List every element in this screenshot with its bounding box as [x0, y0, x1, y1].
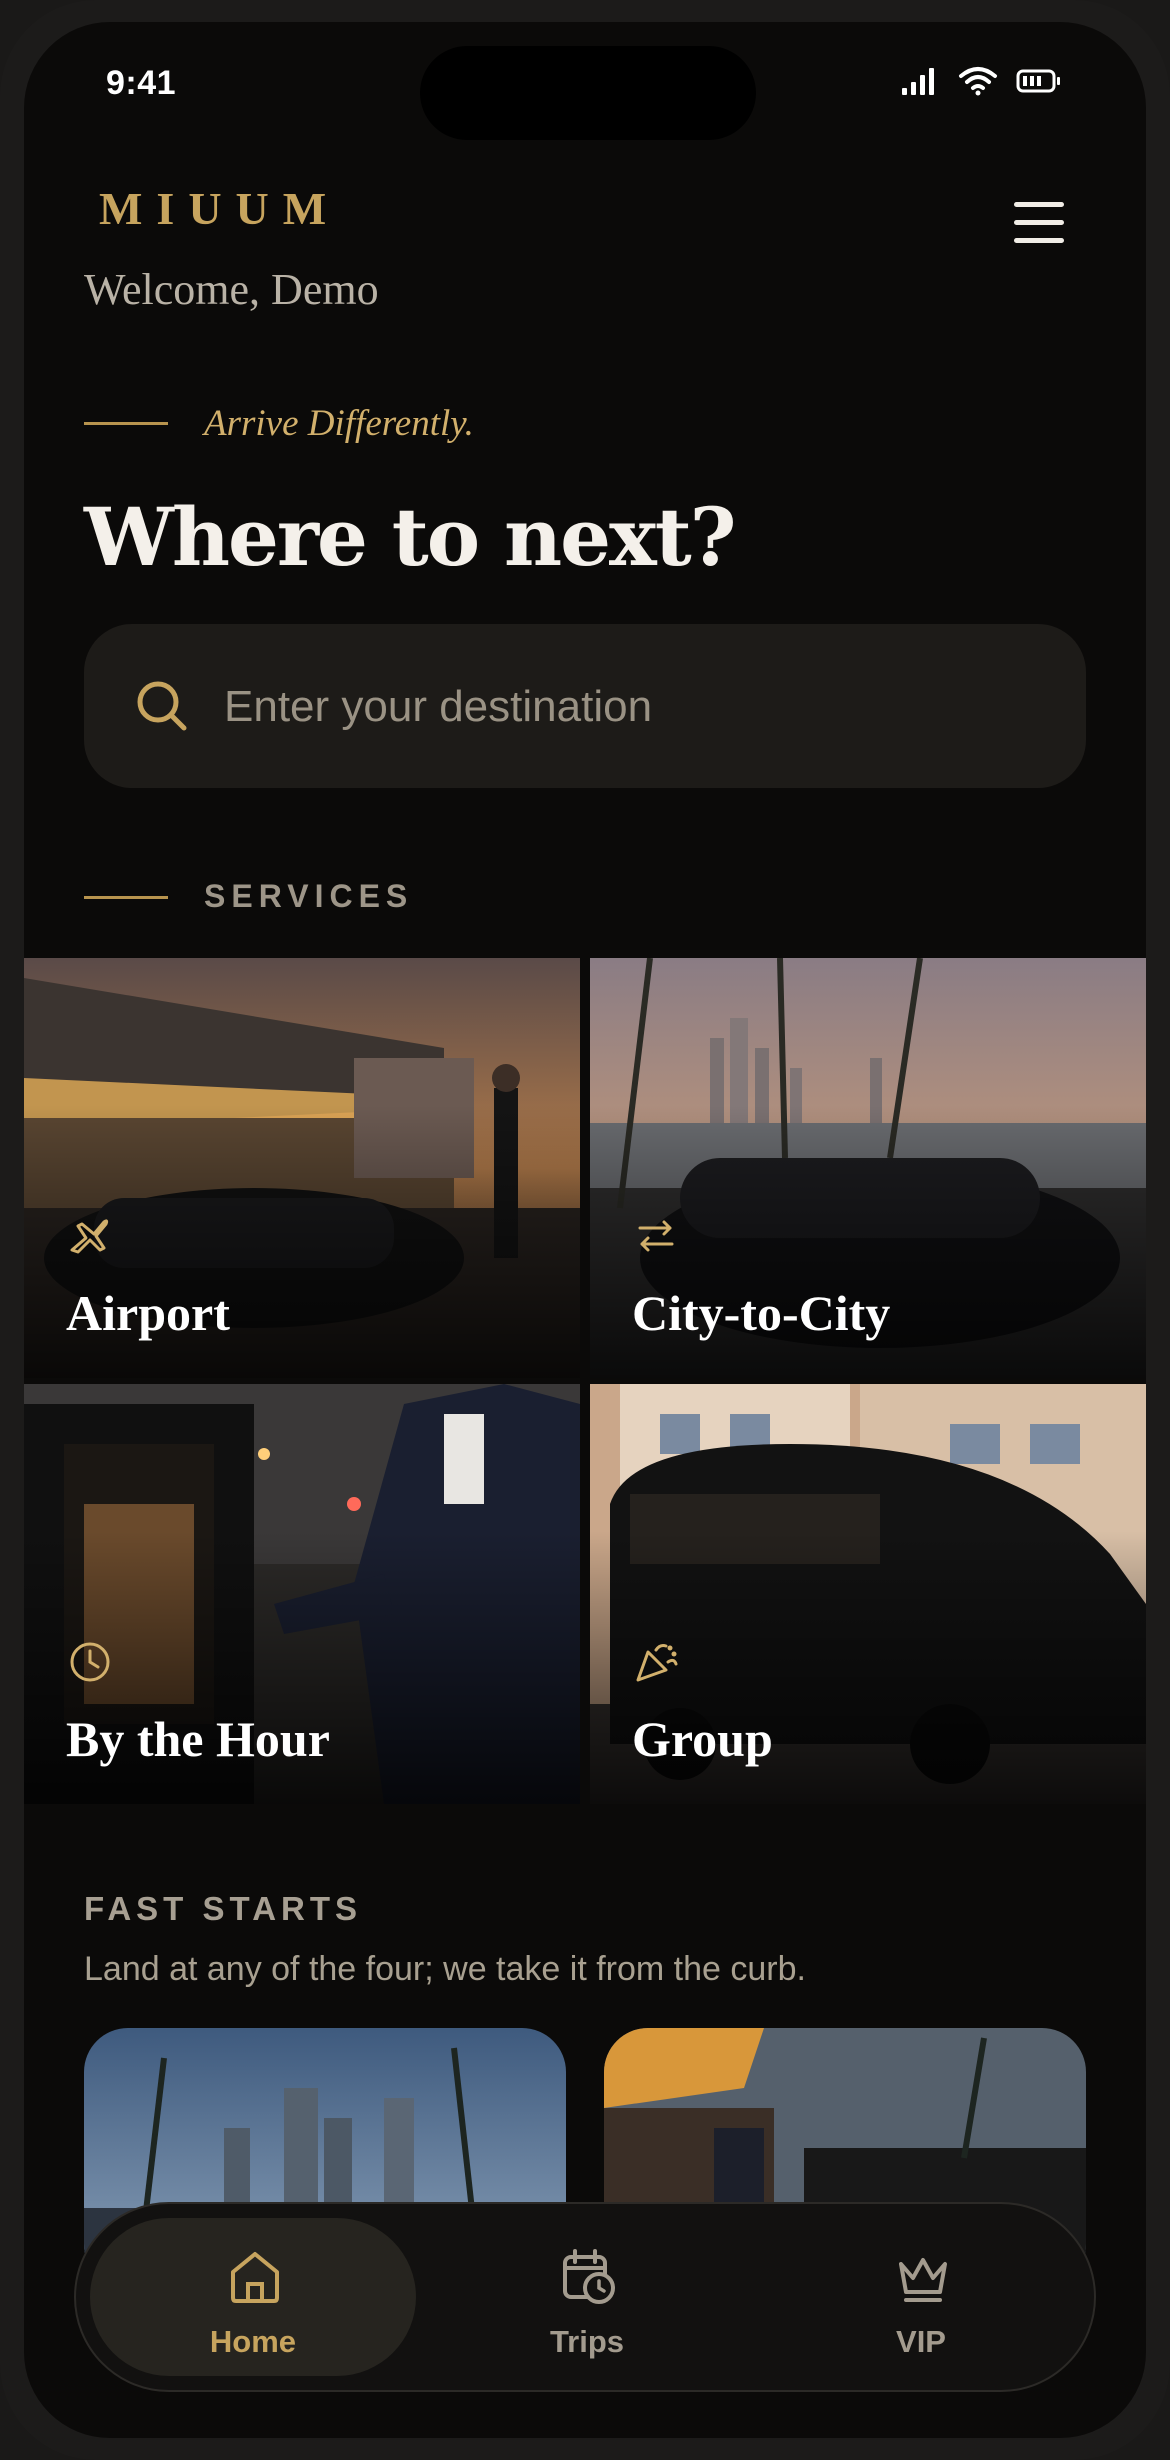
- tagline: Arrive Differently.: [204, 403, 474, 444]
- service-tile-city-to-city[interactable]: City-to-City: [590, 958, 1146, 1378]
- tab-trips[interactable]: Trips: [424, 2218, 750, 2376]
- clock-icon: [70, 1642, 110, 1682]
- services-divider: [84, 896, 168, 899]
- tab-home[interactable]: Home: [90, 2218, 416, 2376]
- party-popper-icon: [636, 1644, 678, 1682]
- home-icon: [231, 2252, 279, 2303]
- crown-icon: [899, 2258, 947, 2302]
- tab-label: VIP: [896, 2324, 946, 2359]
- service-tile-airport[interactable]: Airport: [24, 958, 580, 1378]
- status-time: 9:41: [106, 64, 177, 102]
- service-tile-group[interactable]: Group: [590, 1384, 1146, 1804]
- device-frame: 9:41 MIUUM Welcome, Demo Arrive Differen…: [0, 0, 1170, 2460]
- service-label: Group: [632, 1711, 773, 1767]
- wifi-icon: [959, 67, 997, 96]
- tagline-divider: [84, 422, 168, 425]
- hamburger-icon: [1014, 202, 1064, 207]
- welcome-text: Welcome, Demo: [84, 265, 379, 314]
- tab-vip[interactable]: VIP: [758, 2218, 1084, 2376]
- search-icon: [137, 681, 187, 731]
- app-screen: 9:41 MIUUM Welcome, Demo Arrive Differen…: [24, 22, 1146, 2438]
- service-tile-by-the-hour[interactable]: By the Hour: [24, 1384, 580, 1804]
- bottom-tab-bar: Home Trips VIP: [74, 2202, 1096, 2392]
- calendar-clock-icon: [563, 2249, 615, 2304]
- tab-label: Home: [209, 2324, 297, 2359]
- status-icons: [900, 66, 1062, 96]
- service-label: Airport: [66, 1285, 230, 1341]
- dynamic-island: [420, 46, 756, 140]
- menu-button[interactable]: [1014, 202, 1068, 246]
- plane-icon: [70, 1219, 109, 1254]
- tab-label: Trips: [549, 2324, 625, 2359]
- service-label: By the Hour: [66, 1711, 330, 1767]
- services-heading: SERVICES: [204, 878, 414, 914]
- page-headline: Where to next?: [84, 490, 737, 584]
- swap-arrows-icon: [638, 1220, 674, 1252]
- battery-icon: [1016, 69, 1060, 93]
- brand-logo: MIUUM: [99, 183, 341, 234]
- destination-search-bar[interactable]: [84, 624, 1086, 790]
- fast-starts-subtitle: Land at any of the four; we take it from…: [84, 1950, 806, 1988]
- status-bar: 9:41: [24, 22, 1146, 142]
- destination-input[interactable]: [222, 624, 1046, 790]
- fast-starts-heading: FAST STARTS: [84, 1890, 363, 1927]
- signal-icon: [902, 68, 934, 95]
- service-label: City-to-City: [632, 1285, 891, 1341]
